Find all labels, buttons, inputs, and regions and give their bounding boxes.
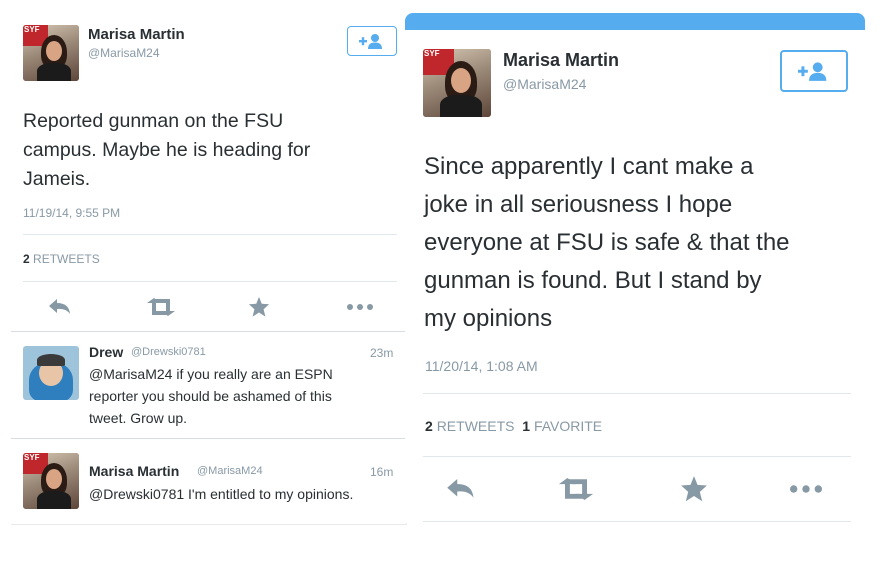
reply-button[interactable] [443,475,479,503]
favorite-button[interactable] [245,294,273,320]
reply-text-line: @MarisaM24 if you really are an ESPN [89,366,333,382]
follow-button[interactable] [347,26,397,56]
reply-author-handle[interactable]: @MarisaM24 [197,465,263,477]
divider [423,456,851,457]
tweet-text: Since apparently I cant make a joke in a… [424,148,864,338]
tweet-timestamp[interactable]: 11/20/14, 1:08 AM [425,358,538,374]
reply-tweet[interactable]: SYF Marisa Martin @MarisaM24 16m @Drewsk… [11,439,407,525]
right-tweet-screenshot: SYF Marisa Martin @MarisaM24 Since appar… [405,13,865,523]
retweet-count: 2 [425,418,433,434]
favorite-button[interactable] [677,473,711,505]
author-handle[interactable]: @MarisaM24 [503,76,586,92]
tweet-text-line: campus. Maybe he is heading for [23,139,311,161]
more-icon [790,485,822,493]
app-header-bar [405,13,865,30]
reply-author-name[interactable]: Marisa Martin [89,463,179,479]
reply-avatar[interactable]: SYF [23,453,79,509]
reply-text: @Drewski0781 I'm entitled to my opinions… [89,483,353,505]
left-tweet-screenshot: SYF Marisa Martin @MarisaM24 Reported gu… [11,13,407,525]
tweet-text-line: everyone at FSU is safe & that the [424,229,790,256]
retweets-label: RETWEETS [33,252,100,266]
retweets-label: RETWEETS [436,418,515,434]
retweet-count: 2 [23,252,30,266]
favorite-count: 1 [522,418,531,434]
retweet-icon [147,298,175,316]
reply-text-line: tweet. Grow up. [89,410,188,426]
author-name[interactable]: Marisa Martin [88,26,185,43]
divider [423,393,851,394]
tweet-text-line: gunman is found. But I stand by [424,267,762,294]
divider [23,281,397,282]
author-avatar[interactable]: SYF [23,25,79,81]
reply-time: 23m [370,346,394,360]
tweet-text-line: joke in all seriousness I hope [424,191,733,218]
reply-icon [49,299,70,314]
reply-author-handle[interactable]: @Drewski0781 [131,346,206,358]
tweet-text-line: my opinions [424,305,553,332]
reply-avatar[interactable] [23,346,79,400]
follow-button[interactable] [780,50,848,92]
tweet-stats[interactable]: 2 RETWEETS 1 FAVORITE [425,418,602,434]
retweet-button[interactable] [555,475,597,503]
add-user-icon [798,62,827,81]
divider [23,234,397,235]
more-button[interactable] [343,297,377,317]
reply-button[interactable] [45,295,75,319]
tweet-text: Reported gunman on the FSU campus. Maybe… [23,107,393,194]
tweet-text-line: Reported gunman on the FSU [23,110,284,132]
more-button[interactable] [785,478,827,500]
favorite-label: FAVORITE [533,418,603,434]
author-handle[interactable]: @MarisaM24 [88,46,160,60]
star-icon [248,296,270,317]
tweet-timestamp[interactable]: 11/19/14, 9:55 PM [23,206,120,220]
reply-tweet[interactable]: Drew @Drewski0781 23m @MarisaM24 if you … [11,332,407,438]
tweet-text-line: Since apparently I cant make a [424,153,754,180]
retweet-stats[interactable]: 2 RETWEETS [23,252,100,266]
retweet-button[interactable] [144,295,178,319]
reply-author-name[interactable]: Drew [89,344,123,360]
add-user-icon [359,34,382,49]
divider [423,521,851,522]
reply-text-line: @Drewski0781 I'm entitled to my opinions… [89,486,354,502]
retweet-icon [558,478,594,500]
star-icon [681,476,707,502]
reply-icon [447,479,474,498]
author-avatar[interactable]: SYF [423,49,491,117]
tweet-text-line: Jameis. [23,168,91,190]
reply-text-line: reporter you should be ashamed of this [89,388,332,404]
more-icon [347,304,373,310]
author-name[interactable]: Marisa Martin [503,50,619,71]
reply-time: 16m [370,465,394,479]
reply-text: @MarisaM24 if you really are an ESPN rep… [89,363,333,429]
